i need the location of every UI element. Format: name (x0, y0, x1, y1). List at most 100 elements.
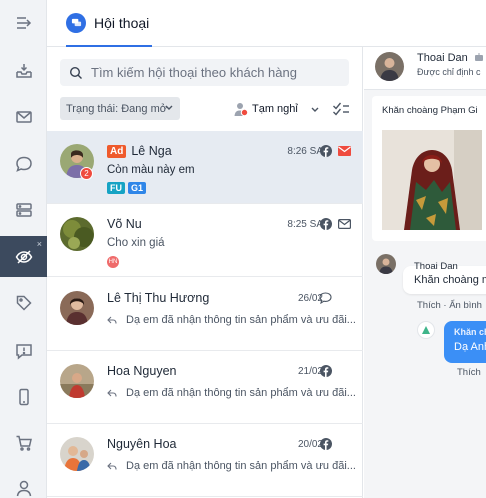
conversation-detail: Thoai Dan Được chỉ định c Khăn choàng Ph… (364, 47, 486, 498)
search-box (60, 59, 349, 86)
message-time: 8:25 SA (287, 219, 323, 230)
last-message: Dạ em đã nhận thông tin sản phẩm và ưu đ… (107, 460, 356, 472)
conversation-item[interactable]: Hoa Nguyen 21/02 Dạ em đã nhận thông tin… (47, 351, 363, 424)
check-list-icon[interactable] (332, 99, 350, 117)
mail-icon (338, 146, 351, 156)
last-message-text: Dạ em đã nhận thông tin sản phẩm và ưu đ… (126, 460, 356, 472)
tag-list: FU G1 (107, 182, 147, 194)
chevron-down-icon (311, 107, 319, 112)
detail-header: Thoai Dan Được chỉ định c (364, 47, 486, 90)
sidebar-item-chat[interactable] (0, 144, 47, 184)
contact-name-text: Lê Nga (131, 144, 172, 158)
assigned-label: Được chỉ định c (417, 67, 481, 77)
product-image (382, 130, 482, 230)
tag-g1[interactable]: G1 (128, 182, 147, 194)
feedback-icon (15, 344, 32, 360)
avatar (375, 52, 404, 81)
sidebar-item-mail[interactable] (0, 97, 47, 137)
reply-icon (107, 316, 117, 324)
search-icon (69, 66, 82, 79)
sidebar-item-feedback[interactable] (0, 331, 47, 371)
like-link[interactable]: Thích (457, 367, 481, 378)
tag-fu[interactable]: FU (107, 182, 125, 194)
sidebar-item-inbox[interactable] (0, 51, 47, 91)
reply-text: Dạ Anh (454, 341, 486, 353)
sidebar-item-tags[interactable] (0, 283, 47, 323)
tag-hn[interactable]: HN (107, 256, 119, 268)
last-message-text: Dạ em đã nhận thông tin sản phẩm và ưu đ… (126, 314, 356, 326)
conversation-item[interactable]: Nguyên Hoa 20/02 Dạ em đã nhận thông tin… (47, 424, 363, 497)
avatar (60, 364, 94, 398)
inbox-icon (15, 64, 32, 78)
conversation-item[interactable]: 2 Ad Lê Nga 8:26 SA Còn màu này em FU G1 (47, 131, 363, 204)
contact-name: Hoa Nguyen (107, 364, 177, 378)
eye-off-icon (15, 249, 32, 264)
sidebar-item-hidden[interactable]: × (0, 236, 47, 277)
tab-conversations[interactable]: Hội thoại (66, 0, 152, 47)
last-message: Dạ em đã nhận thông tin sản phẩm và ưu đ… (107, 314, 356, 326)
server-icon (15, 203, 32, 217)
conversation-item[interactable]: Võ Nu 8:25 SA Cho xin giá HN (47, 204, 363, 277)
chat-bubble-icon (15, 156, 32, 172)
last-message: Cho xin giá (107, 237, 165, 249)
avatar (60, 291, 94, 325)
message-time: 8:26 SA (287, 146, 323, 157)
chevron-down-icon (165, 105, 173, 110)
avatar (376, 254, 396, 274)
sidebar-item-user[interactable] (0, 468, 47, 498)
user-icon (16, 480, 31, 497)
reply-icon (107, 462, 117, 470)
collapse-menu-button[interactable] (0, 3, 47, 43)
sidebar-item-mobile[interactable] (0, 377, 47, 417)
last-message: Dạ em đã nhận thông tin sản phẩm và ưu đ… (107, 387, 356, 399)
contact-name: Nguyên Hoa (107, 437, 177, 451)
facebook-icon (320, 145, 332, 157)
status-filter-dropdown[interactable]: Trạng thái: Đang mở (60, 97, 180, 120)
facebook-icon (320, 438, 332, 450)
contact-name: Ad Lê Nga (107, 144, 172, 158)
conversation-item[interactable]: Lê Thị Thu Hương 26/02 Dạ em đã nhận thô… (47, 278, 363, 351)
reply-icon (107, 389, 117, 397)
page-avatar (417, 321, 435, 339)
detail-contact-name: Thoai Dan (417, 52, 484, 64)
message-text: Khăn choàng m (414, 274, 486, 286)
status-filter-label: Trạng thái: Đang mở (66, 102, 167, 115)
top-bar: Hội thoại (47, 0, 486, 47)
tag-icon (16, 295, 32, 311)
ad-tag: Ad (107, 145, 127, 158)
product-title: Khăn choàng Phạm Gi (382, 105, 478, 116)
facebook-icon (320, 365, 332, 377)
facebook-icon (320, 218, 332, 230)
mail-icon (338, 219, 351, 229)
comment-icon (319, 292, 332, 304)
product-card[interactable]: Khăn choàng Phạm Gi (372, 96, 486, 241)
tab-label: Hội thoại (94, 14, 150, 31)
avatar (60, 437, 94, 471)
search-input[interactable] (91, 65, 341, 80)
rest-status-label: Tạm nghỉ (252, 102, 298, 115)
avatar (60, 217, 94, 251)
close-icon[interactable]: × (37, 240, 42, 249)
message-actions[interactable]: Thích · Ẩn bình (417, 300, 482, 311)
last-message-text: Dạ em đã nhận thông tin sản phẩm và ưu đ… (126, 387, 356, 399)
unread-badge: 2 (80, 167, 93, 180)
user-status-icon (234, 102, 249, 116)
mail-icon (15, 111, 32, 123)
chat-bubbles-icon (66, 12, 86, 33)
sidebar-rail: × (0, 0, 47, 498)
collapse-menu-icon (16, 17, 31, 29)
cart-icon (16, 435, 32, 451)
reply-label: Khăn ch (454, 327, 486, 337)
sidebar-item-server[interactable] (0, 190, 47, 230)
last-message: Còn màu này em (107, 164, 195, 176)
app-window: × Hội thoại Tìm kiếm hội thoại theo khác… (0, 0, 486, 498)
contact-name: Võ Nu (107, 217, 142, 231)
mobile-icon (18, 388, 29, 406)
bot-icon (474, 53, 483, 61)
conversation-list: Trạng thái: Đang mở Tạm nghỉ 2 Ad Lê Nga … (47, 47, 363, 498)
rest-status-dropdown[interactable]: Tạm nghỉ (233, 97, 320, 120)
message-sender: Thoai Dan (414, 261, 458, 272)
contact-name: Lê Thị Thu Hương (107, 291, 210, 305)
sidebar-item-cart[interactable] (0, 423, 47, 463)
detail-contact-name-text: Thoai Dan (417, 52, 468, 64)
